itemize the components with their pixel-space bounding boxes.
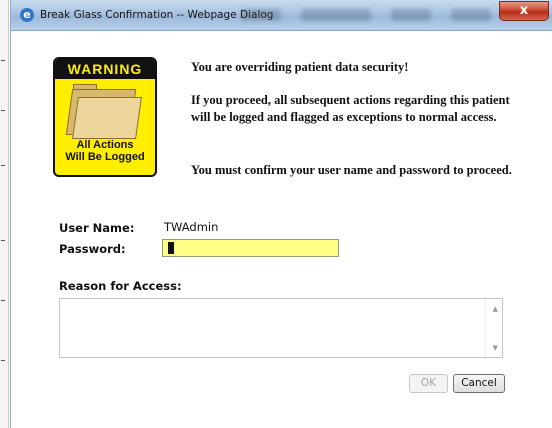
- internet-explorer-icon: e: [20, 8, 34, 22]
- ok-button[interactable]: OK: [409, 374, 448, 393]
- password-input[interactable]: [162, 239, 339, 257]
- logging-notice-message: If you proceed, all subsequent actions r…: [191, 93, 510, 124]
- warning-sign: WARNING All Actions Will Be Logged: [53, 57, 157, 177]
- user-name-label: User Name:: [59, 221, 135, 235]
- title-bar[interactable]: e Break Glass Confirmation -- Webpage Di…: [11, 0, 552, 31]
- warning-header: WARNING: [55, 59, 155, 79]
- confirm-credentials-message: You must confirm your user name and pass…: [191, 163, 512, 177]
- dialog-window: e Break Glass Confirmation -- Webpage Di…: [10, 0, 552, 428]
- user-name-value: TWAdmin: [164, 220, 219, 234]
- obscured-background-text: [301, 9, 371, 21]
- security-override-message: You are overriding patient data security…: [191, 60, 409, 74]
- text-cursor: [168, 242, 174, 254]
- reason-label: Reason for Access:: [59, 279, 182, 293]
- window-title: Break Glass Confirmation -- Webpage Dial…: [40, 9, 274, 21]
- close-button[interactable]: x: [499, 1, 549, 21]
- obscured-background-text: [391, 9, 431, 21]
- warning-caption-line2: Will Be Logged: [65, 151, 145, 163]
- password-label: Password:: [59, 242, 126, 256]
- background-app-edge: [0, 0, 9, 428]
- dialog-content: WARNING All Actions Will Be Logged You a…: [11, 31, 552, 428]
- obscured-background-text: [451, 9, 491, 21]
- warning-caption-line1: All Actions: [76, 139, 134, 151]
- warning-caption: All Actions Will Be Logged: [55, 139, 155, 163]
- reason-textarea[interactable]: [59, 298, 503, 358]
- obscured-background-text: [241, 9, 281, 21]
- cancel-button[interactable]: Cancel: [453, 374, 505, 393]
